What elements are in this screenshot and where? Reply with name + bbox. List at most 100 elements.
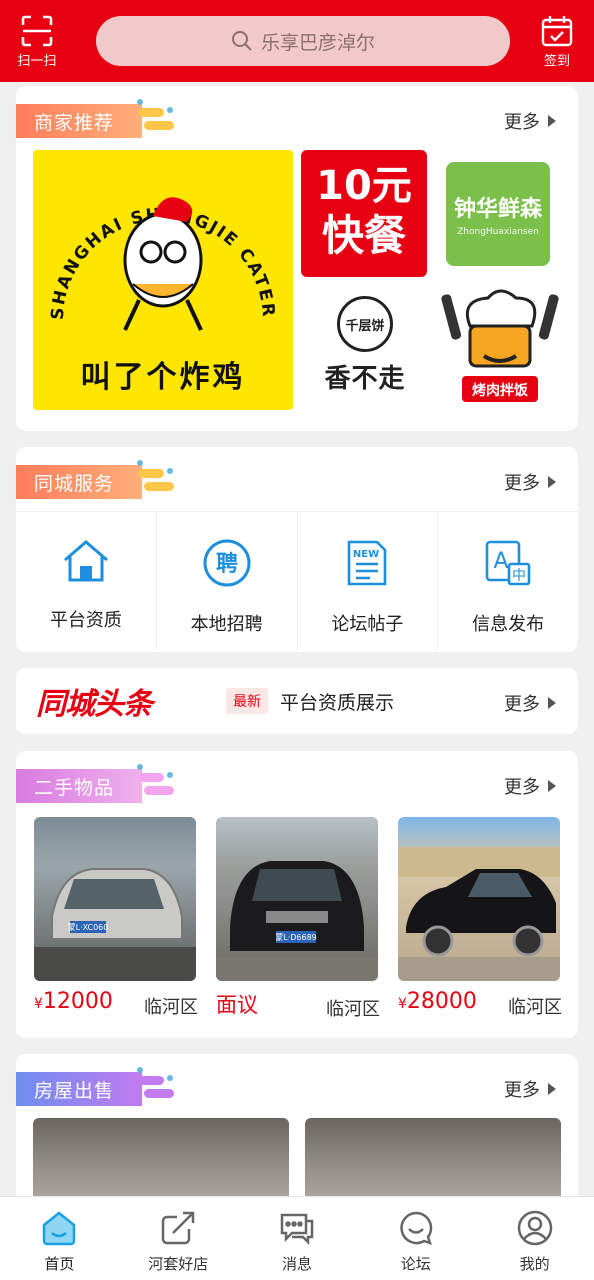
bottom-tab-bar: 首页 河套好店 消息 论坛 我的 [0,1196,594,1280]
merchant-xiangbuzou[interactable]: 千层饼 香不走 [304,296,426,406]
merchant-badge: 千层饼 [337,296,393,352]
license-plate: 蒙L·XC060 [68,922,109,932]
merchant-name: 烤肉拌饭 [472,382,529,399]
goods-item[interactable]: ¥28000 临河区 [398,817,562,1018]
secondhand-more-link[interactable]: 更多 [504,773,556,799]
more-text: 更多 [504,1080,540,1101]
chevron-right-icon [548,476,556,488]
search-placeholder: 乐享巴彦淖尔 [260,31,375,54]
calendar-check-icon [541,15,573,46]
service-label: 本地招聘 [190,614,263,635]
service-item-publish[interactable]: A 中 信息发布 [438,512,578,651]
svg-text:聘: 聘 [216,552,238,577]
merchant-name: 钟华鲜森 [453,197,542,222]
chevron-right-icon [548,780,556,792]
scan-icon [21,15,53,46]
search-bar[interactable]: 乐享巴彦淖尔 [96,16,510,66]
section-title: 房屋出售 [16,1067,175,1106]
scan-button[interactable]: 扫一扫 [14,11,60,71]
goods-area: 临河区 [508,997,562,1018]
goods-price: ¥28000 [398,989,477,1014]
price-value: 12000 [42,989,113,1014]
chevron-right-icon [548,697,556,709]
message-icon [280,1213,314,1246]
headline-logo: 同城头条 [36,687,153,722]
goods-item[interactable]: 蒙L·D6689 面议 临河区 [216,817,380,1020]
publish-icon: A 中 [485,540,531,586]
more-text: 更多 [504,473,540,494]
merchant-fast-food[interactable]: 10元 快餐 [301,150,427,277]
section-title: 二手物品 [16,764,175,803]
merchant-section: 商家推荐 更多 SHANGHAI SHANGJIE CATERING 叫了个炸鸡… [16,86,578,431]
car-photo [398,817,560,981]
car-sedan-icon [398,847,560,981]
car-black-icon: 蒙L·D6689 [216,861,378,981]
svg-text:NEW: NEW [353,549,379,560]
headline-text[interactable]: 平台资质展示 [280,688,394,715]
service-item-forum[interactable]: NEW 论坛帖子 [298,512,439,651]
more-text: 更多 [504,777,540,798]
goods-item[interactable]: 蒙L·XC060 ¥12000 临河区 [34,817,198,1018]
title-decoration-icon [137,1067,175,1098]
new-badge: 最新 [226,688,268,714]
home-icon [63,540,108,582]
tab-forum[interactable]: 论坛 [356,1197,475,1280]
merchant-fried-chicken[interactable]: SHANGHAI SHANGJIE CATERING 叫了个炸鸡 [25,135,293,410]
fast-food-line2: 快餐 [321,211,406,260]
chef-mascot-icon: 烤肉拌饭 [441,289,559,402]
merchant-name: 叫了个炸鸡 [80,360,246,395]
title-decoration-icon [137,99,175,130]
house-photo[interactable] [33,1118,289,1208]
tab-label: 我的 [519,1255,550,1273]
section-title: 商家推荐 [16,99,175,138]
scan-label: 扫一扫 [17,53,57,69]
checkin-button[interactable]: 签到 [534,11,580,71]
share-arrow-icon [161,1211,195,1245]
tab-messages[interactable]: 消息 [238,1197,357,1280]
home-tab-icon [43,1211,76,1246]
service-label: 论坛帖子 [331,614,404,635]
section-title-text: 商家推荐 [34,111,115,134]
merchant-name: 香不走 [324,364,406,394]
merchant-zhonghua[interactable]: 钟华鲜森 ZhongHuaxiansen [446,162,550,266]
goods-price: 面议 [216,989,258,1019]
tab-profile[interactable]: 我的 [475,1197,594,1280]
section-title-text: 房屋出售 [34,1079,115,1102]
price-value: 28000 [406,989,477,1014]
headline-bar[interactable]: 同城头条 最新 平台资质展示 更多 [16,668,578,734]
section-title-text: 二手物品 [34,776,115,799]
tab-good-shops[interactable]: 河套好店 [119,1197,238,1280]
svg-text:中: 中 [512,568,526,584]
merchant-sub: ZhongHuaxiansen [457,227,539,237]
chevron-right-icon [548,1083,556,1095]
price-value: 面议 [216,993,258,1017]
house-photo[interactable] [305,1118,561,1208]
headline-more-link[interactable]: 更多 [504,690,556,716]
checkin-label: 签到 [543,53,570,69]
chicken-mascot-icon: SHANGHAI SHANGJIE CATERING [25,135,276,331]
more-text: 更多 [504,694,540,715]
service-item-qualification[interactable]: 平台资质 [16,512,157,651]
svg-text:A: A [494,549,509,574]
goods-area: 临河区 [144,997,198,1018]
service-item-recruit[interactable]: 聘 本地招聘 [157,512,298,651]
service-label: 信息发布 [472,614,545,635]
tab-label: 河套好店 [148,1255,209,1273]
service-more-link[interactable]: 更多 [504,469,556,495]
section-title: 同城服务 [16,460,175,499]
more-text: 更多 [504,112,540,133]
car-silver-icon: 蒙L·XC060 [34,868,196,981]
tab-home[interactable]: 首页 [0,1197,119,1280]
fast-food-line1: 10元 [316,163,412,209]
title-decoration-icon [137,764,175,795]
recruit-icon: 聘 [203,539,251,587]
goods-price: ¥12000 [34,989,113,1014]
tab-label: 论坛 [400,1255,431,1273]
merchant-more-link[interactable]: 更多 [504,108,556,134]
house-more-link[interactable]: 更多 [504,1076,556,1102]
search-icon [231,31,252,51]
currency-symbol: ¥ [398,996,407,1012]
merchant-bbq-rice[interactable]: 烤肉拌饭 [436,286,564,412]
chevron-right-icon [548,115,556,127]
currency-symbol: ¥ [34,996,43,1012]
